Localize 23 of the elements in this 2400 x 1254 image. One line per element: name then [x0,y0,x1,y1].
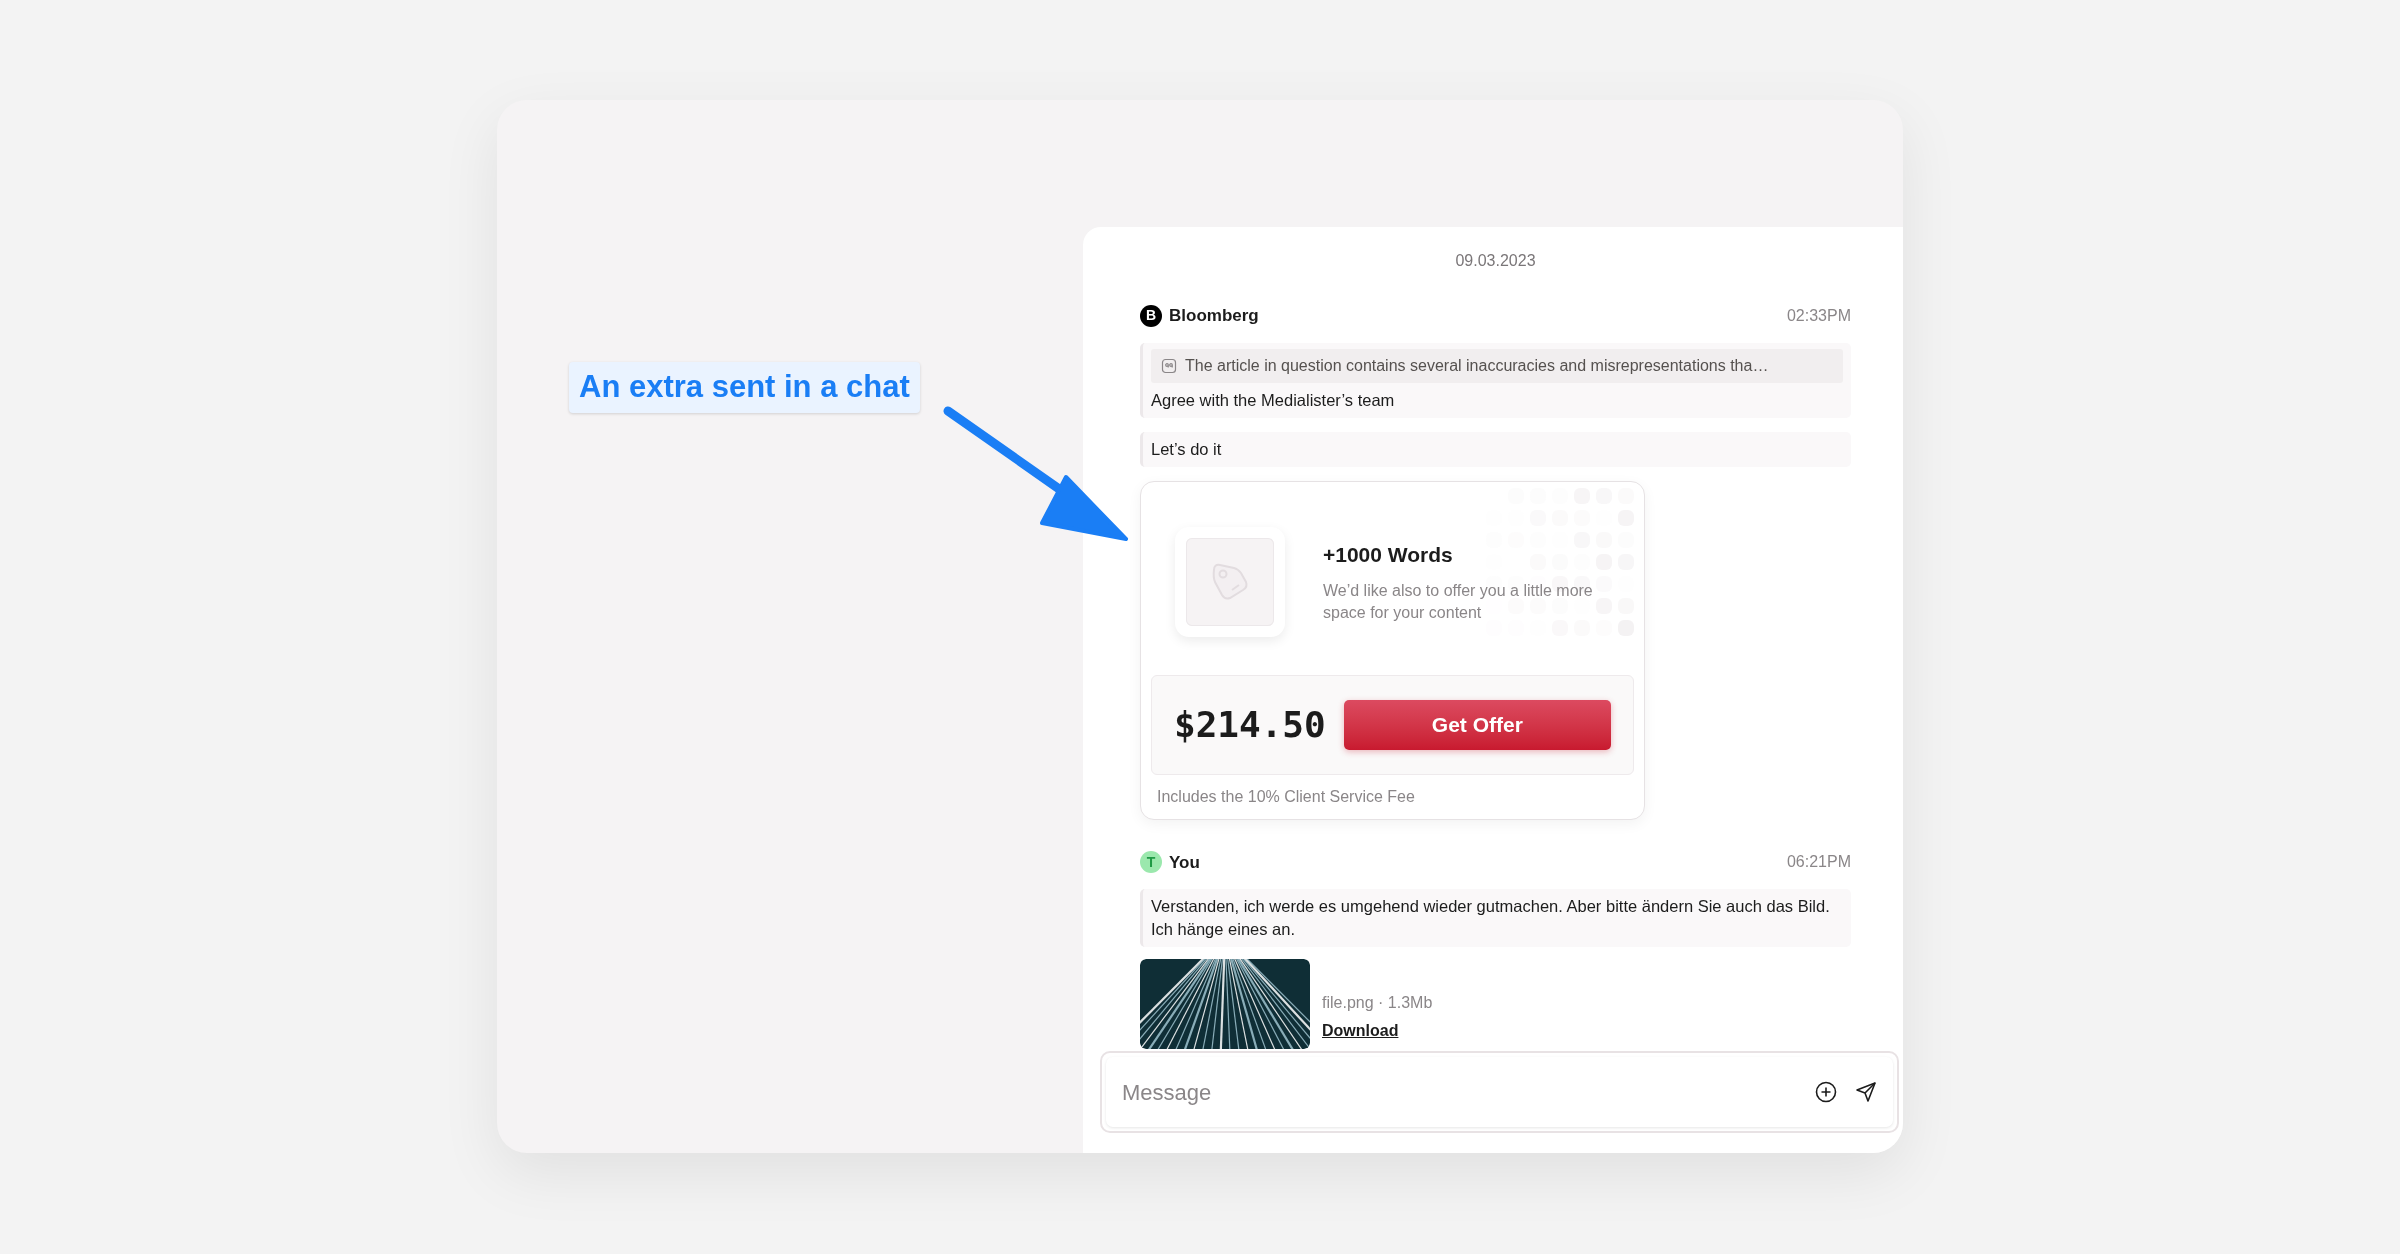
send-icon[interactable] [1855,1081,1877,1103]
avatar: T [1140,851,1162,874]
quote-text: The article in question contains several inaccuracies and misrepresentations tha… [1185,355,1769,376]
offer-title: +1000 Words [1323,541,1454,568]
service-fee-note: Includes the 10% Client Service Fee [1156,786,1416,807]
avatar: B [1140,304,1162,327]
message-text: Verstanden, ich werde es umgehend wieder gutmachen. Aber bitte ändern Sie auch das Bild. Ich hänge eines an. [1151,896,1831,940]
message-time: 02:33PM [1786,305,1851,326]
quote-icon [1161,357,1177,374]
message-time: 06:21PM [1786,852,1851,873]
annotation-label: An extra sent in a chat [569,362,920,413]
offer-price: $214.50 [1174,702,1326,747]
file-meta: file.png · 1.3Mb [1322,993,1433,1013]
sender-name: You [1169,851,1200,874]
offer-description: We’d like also to offer you a little more space for your content [1323,581,1593,624]
chat-date: 09.03.2023 [1455,251,1536,271]
message-input[interactable]: Message [1106,1057,1893,1127]
message-text: Let’s do it [1151,438,1223,460]
sender-name: Bloomberg [1169,305,1259,327]
add-icon[interactable] [1815,1081,1837,1103]
download-link[interactable]: Download [1322,1019,1433,1043]
message-text: Agree with the Medialister’s team [1151,389,1396,411]
get-offer-button[interactable]: Get Offer [1343,699,1611,750]
